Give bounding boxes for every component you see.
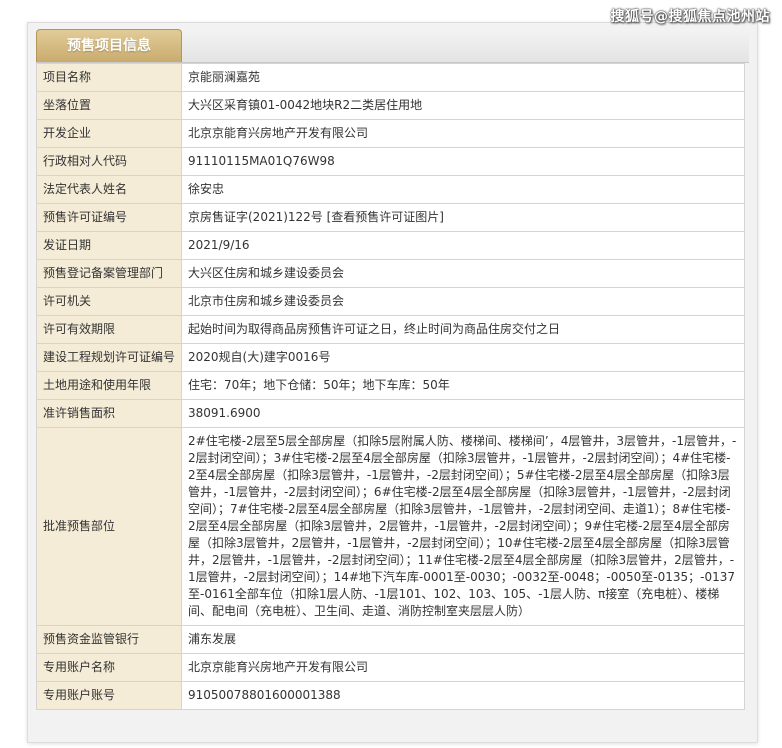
row-label: 许可有效期限 [36,315,182,344]
table-row: 预售登记备案管理部门 大兴区住房和城乡建设委员会 [36,259,745,288]
row-value: 京房售证字(2021)122号 [查看预售许可证图片] [181,203,745,232]
table-row: 行政相对人代码 91110115MA01Q76W98 [36,147,745,176]
row-value: 北京京能育兴房地产开发有限公司 [181,653,745,682]
table-row: 许可机关 北京市住房和城乡建设委员会 [36,287,745,316]
row-value: 91110115MA01Q76W98 [181,147,745,176]
row-label: 建设工程规划许可证编号 [36,343,182,372]
row-label: 行政相对人代码 [36,147,182,176]
row-value: 北京市住房和城乡建设委员会 [181,287,745,316]
row-value: 38091.6900 [181,399,745,428]
row-value: 徐安忠 [181,175,745,204]
table-row: 准许销售面积 38091.6900 [36,399,745,428]
row-label: 项目名称 [36,63,182,92]
tab-presale-info[interactable]: 预售项目信息 [36,29,182,62]
table-row: 预售资金监管银行 浦东发展 [36,625,745,654]
tab-bar: 预售项目信息 [36,29,749,63]
watermark-text: 搜狐号@搜狐焦点池州站 [610,9,770,25]
row-value: 2020规自(大)建字0016号 [181,343,745,372]
row-label: 预售登记备案管理部门 [36,259,182,288]
row-label: 专用账户账号 [36,681,182,710]
row-label: 开发企业 [36,119,182,148]
row-value: 大兴区采育镇01-0042地块R2二类居住用地 [181,91,745,120]
row-label: 预售许可证编号 [36,203,182,232]
table-row: 发证日期 2021/9/16 [36,231,745,260]
row-label: 土地用途和使用年限 [36,371,182,400]
row-label: 专用账户名称 [36,653,182,682]
row-value: 起始时间为取得商品房预售许可证之日，终止时间为商品住房交付之日 [181,315,745,344]
table-row: 专用账户账号 91050078801600001388 [36,681,745,710]
table-row: 项目名称 京能丽澜嘉苑 [36,63,745,92]
row-value: 北京京能育兴房地产开发有限公司 [181,119,745,148]
row-value: 住宅：70年；地下仓储：50年；地下车库：50年 [181,371,745,400]
row-value: 大兴区住房和城乡建设委员会 [181,259,745,288]
row-label: 坐落位置 [36,91,182,120]
table-row: 坐落位置 大兴区采育镇01-0042地块R2二类居住用地 [36,91,745,120]
presale-info-table: 项目名称 京能丽澜嘉苑 坐落位置 大兴区采育镇01-0042地块R2二类居住用地 开发企… [36,63,745,710]
row-value: 京能丽澜嘉苑 [181,63,745,92]
table-row: 建设工程规划许可证编号 2020规自(大)建字0016号 [36,343,745,372]
row-label: 准许销售面积 [36,399,182,428]
table-row: 专用账户名称 北京京能育兴房地产开发有限公司 [36,653,745,682]
row-label: 发证日期 [36,231,182,260]
table-row: 预售许可证编号 京房售证字(2021)122号 [查看预售许可证图片] [36,203,745,232]
table-row: 法定代表人姓名 徐安忠 [36,175,745,204]
row-value: 91050078801600001388 [181,681,745,710]
presale-info-panel: 预售项目信息 项目名称 京能丽澜嘉苑 坐落位置 大兴区采育镇01-0042地块R2二类… [27,22,758,743]
table-row: 土地用途和使用年限 住宅：70年；地下仓储：50年；地下车库：50年 [36,371,745,400]
row-value: 2021/9/16 [181,231,745,260]
row-label: 许可机关 [36,287,182,316]
row-value: 浦东发展 [181,625,745,654]
table-row: 批准预售部位 2#住宅楼-2层至5层全部房屋（扣除5层附属人防、楼梯间、楼梯间’，… [36,427,745,626]
table-row: 开发企业 北京京能育兴房地产开发有限公司 [36,119,745,148]
row-label: 法定代表人姓名 [36,175,182,204]
row-value: 2#住宅楼-2层至5层全部房屋（扣除5层附属人防、楼梯间、楼梯间’，4层管井，3… [181,427,745,626]
row-label: 预售资金监管银行 [36,625,182,654]
table-row: 许可有效期限 起始时间为取得商品房预售许可证之日，终止时间为商品住房交付之日 [36,315,745,344]
row-label: 批准预售部位 [36,427,182,626]
